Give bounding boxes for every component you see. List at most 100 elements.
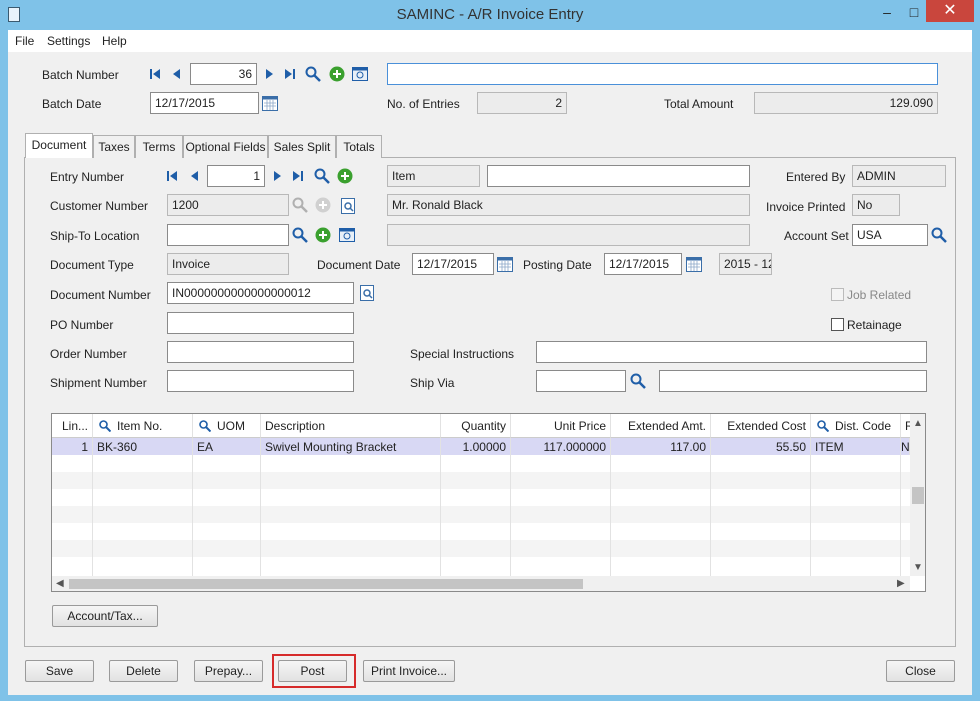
order-number-field[interactable] bbox=[167, 341, 354, 363]
cell-dist-code[interactable]: ITEM bbox=[811, 438, 901, 455]
customer-finder-icon[interactable] bbox=[292, 197, 308, 213]
ship-to-zoom-icon[interactable] bbox=[339, 227, 355, 243]
cell-quantity[interactable]: 1.00000 bbox=[441, 438, 511, 455]
print-invoice-button[interactable]: Print Invoice... bbox=[363, 660, 455, 682]
account-set-field[interactable]: USA bbox=[852, 224, 928, 246]
close-button[interactable]: Close bbox=[886, 660, 955, 682]
cell-r[interactable]: N bbox=[901, 438, 910, 455]
vertical-scroll-thumb[interactable] bbox=[912, 487, 924, 504]
cell-description[interactable]: Swivel Mounting Bracket bbox=[261, 438, 441, 455]
tab-document[interactable]: Document bbox=[25, 133, 93, 158]
column-header-uom[interactable]: UOM bbox=[193, 414, 261, 438]
prepay-button[interactable]: Prepay... bbox=[194, 660, 263, 682]
document-type-field[interactable]: Invoice bbox=[167, 253, 289, 275]
job-related-checkbox[interactable] bbox=[831, 288, 844, 301]
previous-batch-icon[interactable] bbox=[172, 68, 182, 80]
account-tax-button[interactable]: Account/Tax... bbox=[52, 605, 158, 627]
entry-description-field[interactable] bbox=[487, 165, 750, 187]
save-button[interactable]: Save bbox=[25, 660, 94, 682]
previous-entry-icon[interactable] bbox=[190, 170, 200, 182]
entry-number-field[interactable]: 1 bbox=[207, 165, 265, 187]
last-batch-icon[interactable] bbox=[285, 68, 295, 80]
batch-zoom-icon[interactable] bbox=[352, 66, 368, 82]
menu-help[interactable]: Help bbox=[102, 34, 127, 48]
account-set-finder-icon[interactable] bbox=[931, 227, 947, 243]
document-kind-field[interactable]: Item bbox=[387, 165, 480, 187]
posting-date-calendar-icon[interactable] bbox=[686, 257, 702, 273]
scroll-up-arrow[interactable]: ▲ bbox=[913, 418, 923, 429]
special-instructions-field[interactable] bbox=[536, 341, 927, 363]
post-button[interactable]: Post bbox=[278, 660, 347, 682]
dist-code-finder-icon[interactable] bbox=[817, 420, 830, 435]
vertical-scrollbar[interactable]: ▲ ▼ bbox=[910, 414, 925, 576]
close-window-button[interactable]: ✕ bbox=[926, 0, 974, 22]
column-header-extended-amt[interactable]: Extended Amt. bbox=[611, 414, 711, 438]
item-finder-icon[interactable] bbox=[99, 420, 112, 435]
cell-extended-cost[interactable]: 55.50 bbox=[711, 438, 811, 455]
next-batch-icon[interactable] bbox=[264, 68, 274, 80]
column-header-description[interactable]: Description bbox=[261, 414, 441, 438]
maximize-button[interactable]: □ bbox=[902, 2, 926, 24]
posting-date-field[interactable]: 12/17/2015 bbox=[604, 253, 682, 275]
retainage-checkbox[interactable] bbox=[831, 318, 844, 331]
document-type-label: Document Type bbox=[50, 258, 134, 272]
cell-extended-amt[interactable]: 117.00 bbox=[611, 438, 711, 455]
shipment-number-field[interactable] bbox=[167, 370, 354, 392]
calendar-icon[interactable] bbox=[262, 96, 278, 112]
cell-uom[interactable]: EA bbox=[193, 438, 261, 455]
cell-line[interactable]: 1 bbox=[52, 438, 93, 455]
uom-finder-icon[interactable] bbox=[199, 420, 212, 435]
batch-number-field[interactable]: 36 bbox=[190, 63, 257, 85]
scroll-left-arrow[interactable]: ◀ bbox=[56, 578, 64, 589]
column-header-line[interactable]: Lin... bbox=[52, 414, 93, 438]
column-header-unit-price[interactable]: Unit Price bbox=[511, 414, 611, 438]
new-ship-to-icon[interactable] bbox=[315, 227, 331, 243]
document-date-field[interactable]: 12/17/2015 bbox=[412, 253, 494, 275]
minimize-button[interactable]: – bbox=[875, 2, 899, 24]
cell-item-no[interactable]: BK-360 bbox=[93, 438, 193, 455]
entry-finder-icon[interactable] bbox=[314, 168, 330, 184]
customer-number-field[interactable]: 1200 bbox=[167, 194, 289, 216]
menu-file[interactable]: File bbox=[15, 34, 34, 48]
new-batch-icon[interactable] bbox=[329, 66, 345, 82]
ship-to-finder-icon[interactable] bbox=[292, 227, 308, 243]
tab-optional-fields[interactable]: Optional Fields bbox=[183, 135, 268, 158]
scroll-down-arrow[interactable]: ▼ bbox=[913, 562, 923, 573]
table-row[interactable]: 1 BK-360 EA Swivel Mounting Bracket 1.00… bbox=[52, 438, 910, 455]
horizontal-scroll-thumb[interactable] bbox=[69, 579, 583, 589]
scroll-right-arrow[interactable]: ▶ bbox=[897, 578, 905, 589]
first-entry-icon[interactable] bbox=[167, 170, 177, 182]
document-date-calendar-icon[interactable] bbox=[497, 257, 513, 273]
tab-sales-split[interactable]: Sales Split bbox=[268, 135, 336, 158]
cell-unit-price[interactable]: 117.000000 bbox=[511, 438, 611, 455]
column-header-quantity[interactable]: Quantity bbox=[441, 414, 511, 438]
customer-zoom-icon[interactable] bbox=[340, 198, 356, 214]
batch-finder-icon[interactable] bbox=[305, 66, 321, 82]
menu-settings[interactable]: Settings bbox=[47, 34, 90, 48]
column-header-item-no[interactable]: Item No. bbox=[93, 414, 193, 438]
ship-via-description-field[interactable] bbox=[659, 370, 927, 392]
document-number-field[interactable]: IN0000000000000000012 bbox=[167, 282, 354, 304]
column-header-dist-code[interactable]: Dist. Code bbox=[811, 414, 901, 438]
tab-taxes[interactable]: Taxes bbox=[93, 135, 135, 158]
customer-name-field: Mr. Ronald Black bbox=[387, 194, 750, 216]
last-entry-icon[interactable] bbox=[293, 170, 303, 182]
ship-to-field[interactable] bbox=[167, 224, 289, 246]
next-entry-icon[interactable] bbox=[272, 170, 282, 182]
batch-date-field[interactable]: 12/17/2015 bbox=[150, 92, 259, 114]
document-number-zoom-icon[interactable] bbox=[359, 285, 375, 301]
ship-via-finder-icon[interactable] bbox=[630, 373, 646, 389]
horizontal-scrollbar[interactable]: ◀ ▶ bbox=[52, 576, 910, 591]
title-bar: SAMINC - A/R Invoice Entry – □ ✕ bbox=[0, 0, 980, 30]
ship-via-field[interactable] bbox=[536, 370, 626, 392]
tab-terms[interactable]: Terms bbox=[135, 135, 183, 158]
new-customer-icon[interactable] bbox=[315, 197, 331, 213]
delete-button[interactable]: Delete bbox=[109, 660, 178, 682]
new-entry-icon[interactable] bbox=[337, 168, 353, 184]
batch-description-field[interactable] bbox=[387, 63, 938, 85]
po-number-field[interactable] bbox=[167, 312, 354, 334]
first-batch-icon[interactable] bbox=[150, 68, 160, 80]
column-header-extended-cost[interactable]: Extended Cost bbox=[711, 414, 811, 438]
detail-grid[interactable]: Lin... Item No. UOM Description Quantity… bbox=[51, 413, 926, 592]
tab-totals[interactable]: Totals bbox=[336, 135, 382, 158]
